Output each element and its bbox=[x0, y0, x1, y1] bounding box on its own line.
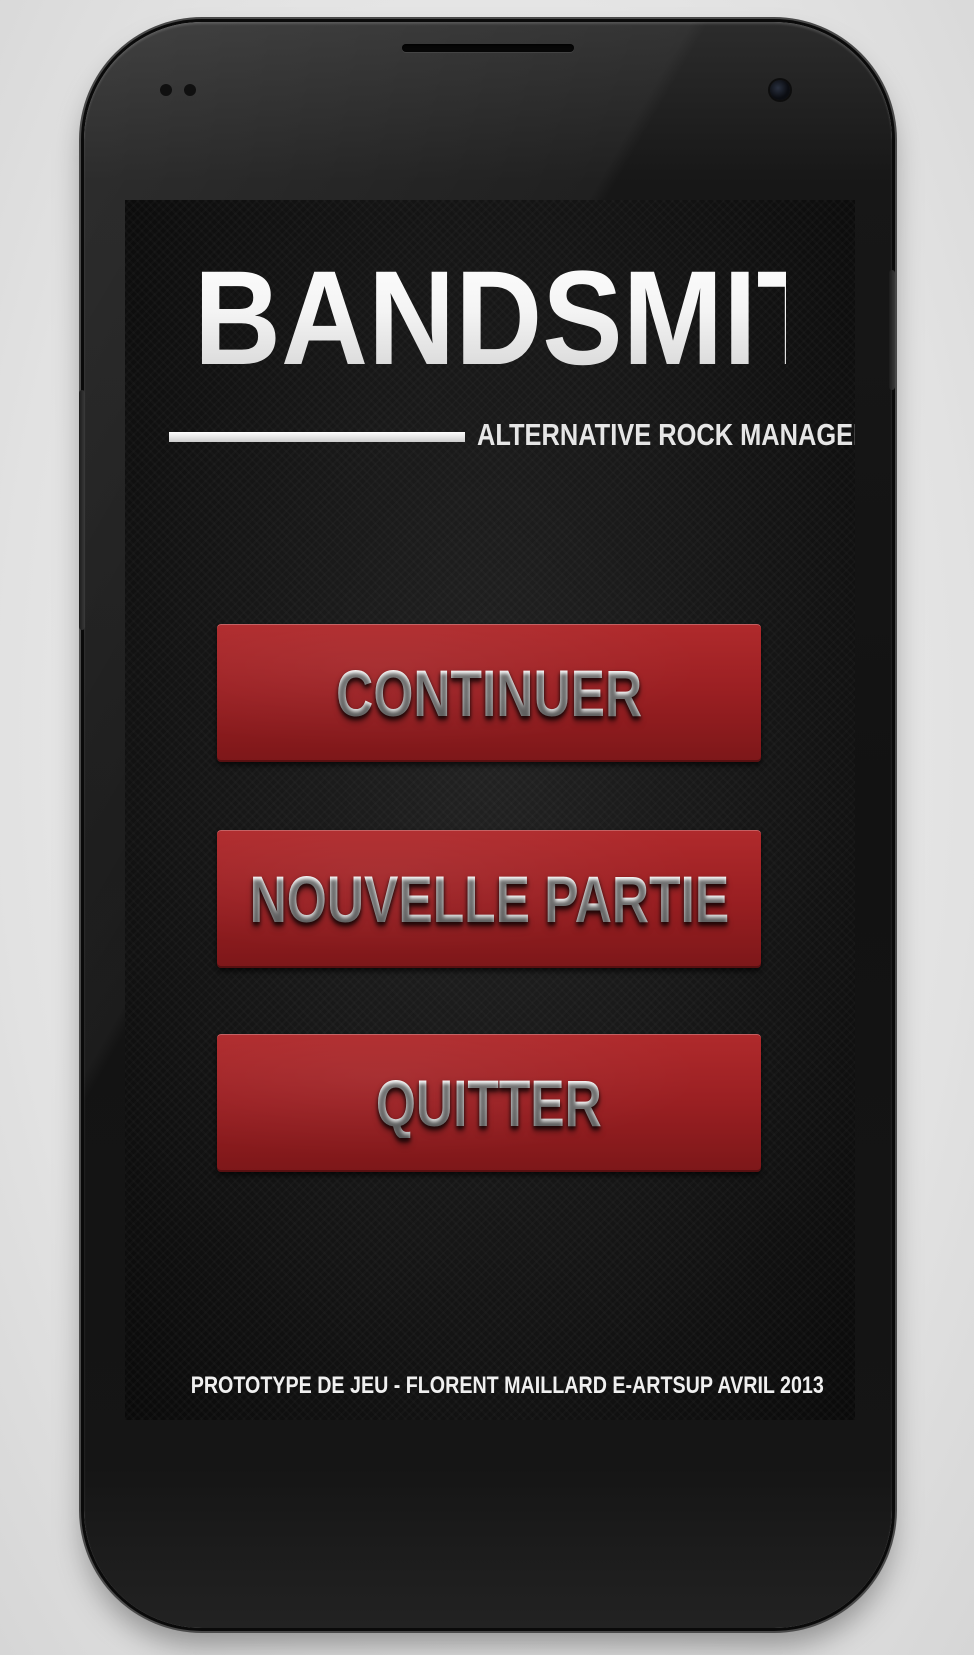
earpiece-speaker bbox=[402, 44, 574, 52]
proximity-sensor bbox=[160, 84, 172, 96]
continue-button[interactable]: CONTINUER bbox=[217, 624, 761, 762]
continue-button-label: CONTINUER bbox=[335, 656, 643, 730]
new-game-button[interactable]: NOUVELLE PARTIE bbox=[217, 830, 761, 968]
new-game-button-label: NOUVELLE PARTIE bbox=[249, 862, 729, 936]
power-button bbox=[889, 270, 895, 390]
volume-button bbox=[79, 390, 85, 630]
app-screen: BANDSMITH ALTERNATIVE ROCK MANAGER CONTI… bbox=[125, 200, 855, 1420]
front-camera-icon bbox=[770, 80, 790, 100]
app-title: BANDSMITH bbox=[193, 244, 855, 393]
footer-credit: PROTOTYPE DE JEU - FLORENT MAILLARD E-AR… bbox=[190, 1372, 824, 1399]
quit-button-label: QUITTER bbox=[376, 1066, 602, 1140]
light-sensor bbox=[184, 84, 196, 96]
quit-button[interactable]: QUITTER bbox=[217, 1034, 761, 1172]
app-subtitle: ALTERNATIVE ROCK MANAGER bbox=[477, 417, 855, 452]
title-underline bbox=[169, 432, 465, 442]
